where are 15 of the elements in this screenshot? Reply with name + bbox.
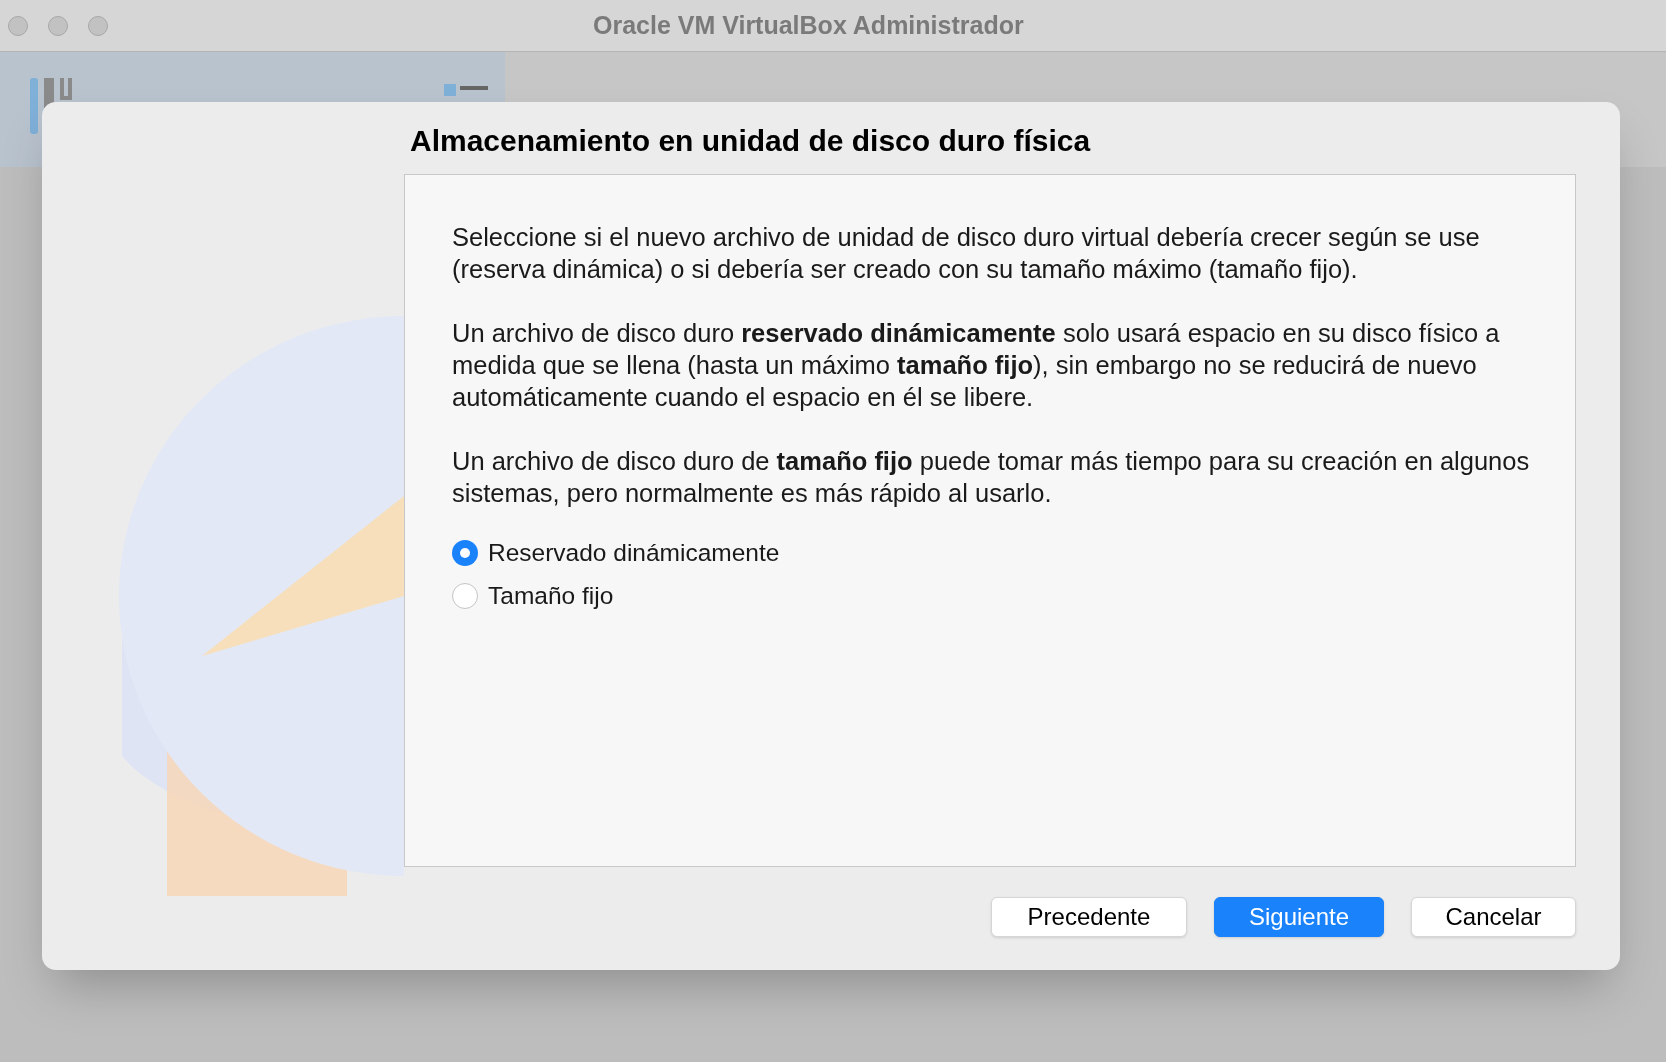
radio-button[interactable] — [452, 540, 478, 567]
next-button[interactable]: Siguiente — [1214, 897, 1384, 937]
minimize-window-button[interactable] — [48, 15, 68, 36]
dialog-title: Almacenamiento en unidad de disco duro física — [409, 123, 1092, 159]
description-text: Un archivo de disco duro de tamaño fijo puede tomar más tiempo para su creación en algunos sistemas, pero normalmente es más rápido al usarlo. — [452, 446, 1531, 509]
zoom-window-button[interactable] — [88, 15, 108, 36]
close-window-button[interactable] — [8, 15, 28, 36]
description-text: Un archivo de disco duro reservado dinámicamente solo usará espacio en su disco físico a medida que se llena (hasta un máximo tamaño fijo), sin embargo no se reducirá de nuevo automáticamente cuando el espacio en él se libere. — [452, 318, 1501, 413]
radio-option[interactable]: Tamaño fijo — [452, 577, 1535, 615]
description-text: Seleccione si el nuevo archivo de unidad de disco duro virtual debería crecer según se use (reserva dinámica) o si debería ser creado con su tamaño máximo (tamaño fijo). — [452, 222, 1481, 285]
radio-button[interactable] — [452, 583, 478, 610]
window-title: Oracle VM VirtualBox Administrador — [593, 9, 1024, 41]
dialog-button[interactable]: Cancelar — [1411, 897, 1576, 937]
dialog-button[interactable]: Precedente — [991, 897, 1187, 937]
radio-option[interactable]: Reservado dinámicamente — [452, 535, 1535, 572]
